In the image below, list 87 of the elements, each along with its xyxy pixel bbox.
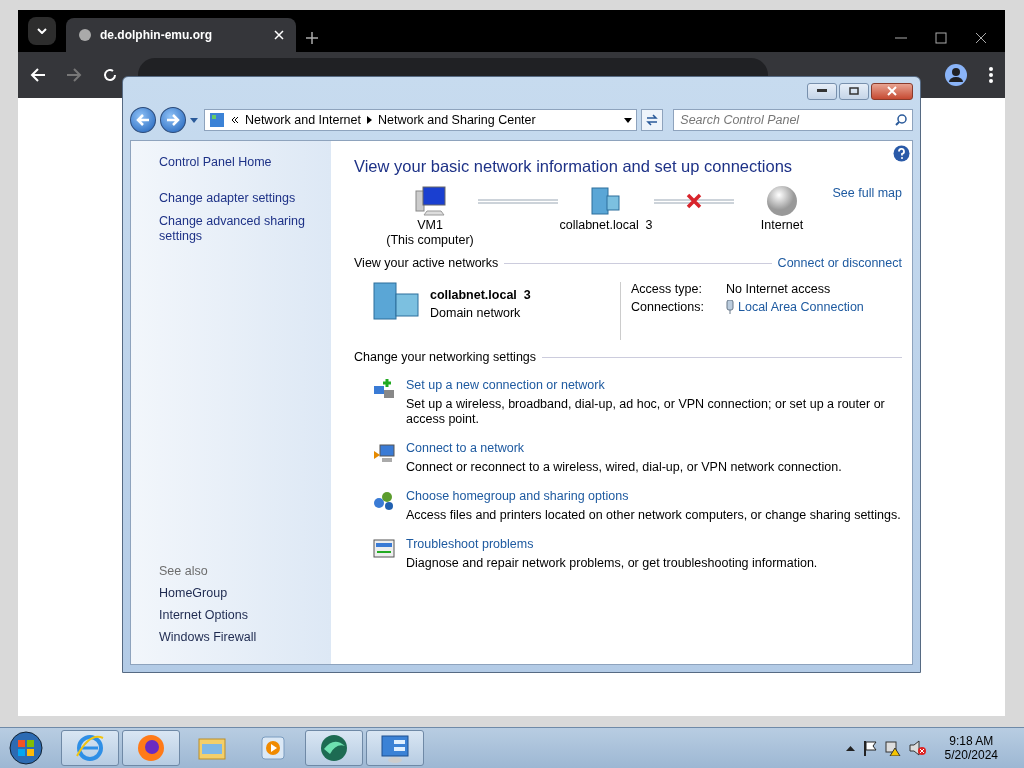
task-link[interactable]: Troubleshoot problems: [406, 537, 534, 551]
maximize-icon: [849, 87, 859, 95]
address-bar[interactable]: Network and Internet Network and Sharing Center: [203, 109, 638, 131]
homegroup-icon: [372, 489, 396, 513]
search-field[interactable]: Search Control Panel: [673, 109, 914, 131]
access-type-value: No Internet access: [726, 282, 832, 296]
separator-icon: [366, 116, 372, 124]
tab-title: de.dolphin-emu.org: [100, 28, 213, 42]
task-link[interactable]: Set up a new connection or network: [406, 378, 605, 392]
media-player-icon: [261, 736, 285, 760]
taskbar-button[interactable]: [61, 730, 119, 766]
close-icon[interactable]: [975, 32, 987, 44]
globe-icon: [766, 185, 798, 217]
see-also-link[interactable]: Windows Firewall: [159, 630, 331, 644]
speaker-muted-icon[interactable]: [908, 740, 927, 756]
internet-explorer-icon: [76, 735, 104, 761]
tab-list-button[interactable]: [28, 17, 56, 45]
task-link[interactable]: Choose homegroup and sharing options: [406, 489, 629, 503]
server-icon: [372, 282, 420, 320]
close-button[interactable]: [871, 82, 913, 100]
folder-icon: [198, 738, 226, 760]
forward-icon[interactable]: [66, 67, 82, 83]
refresh-icon: [645, 114, 660, 126]
task-link[interactable]: Connect to a network: [406, 441, 525, 455]
page-title: View your basic network information and set up connections: [354, 157, 794, 176]
minimize-button[interactable]: [807, 82, 837, 100]
section-heading: Change your networking settings: [354, 350, 537, 364]
chevron-icon: [230, 116, 239, 124]
clock-date[interactable]: 5/20/2024: [944, 748, 998, 762]
back-arrow-icon: [136, 114, 150, 126]
connect-link[interactable]: Connect or disconnect: [777, 256, 902, 270]
refresh-button[interactable]: [641, 109, 664, 131]
network-category: Domain network: [430, 306, 522, 320]
menu-icon[interactable]: [989, 67, 993, 83]
back-button[interactable]: [130, 107, 156, 133]
globe-icon: [78, 28, 92, 42]
forward-arrow-icon: [165, 114, 180, 126]
field-label: Connections:: [631, 300, 705, 314]
see-also-heading: See also: [159, 564, 209, 578]
control-panel-icon: [208, 112, 225, 128]
breadcrumb-item[interactable]: Network and Internet: [244, 113, 361, 127]
forward-button[interactable]: [159, 107, 186, 133]
map-node-label: Internet: [760, 218, 804, 233]
back-icon[interactable]: [30, 67, 46, 83]
browser-tab[interactable]: de.dolphin-emu.org: [66, 18, 296, 52]
map-node-label: VM1 (This computer): [386, 218, 474, 248]
dolphin-icon: [321, 735, 347, 761]
minimize-icon: [817, 89, 827, 93]
see-also-link[interactable]: HomeGroup: [159, 586, 331, 600]
firefox-icon: [138, 735, 164, 761]
troubleshoot-icon: [372, 537, 396, 561]
close-icon: [887, 86, 897, 96]
connection-link[interactable]: Local Area Connection: [738, 300, 864, 314]
see-also-link[interactable]: Internet Options: [159, 608, 331, 622]
see-full-map-link[interactable]: See full map: [832, 186, 902, 200]
flag-icon[interactable]: [862, 740, 877, 756]
ethernet-icon: [726, 300, 734, 314]
new-tab-icon[interactable]: [306, 32, 318, 44]
network-name: collabnet.local 3: [430, 288, 531, 302]
section-heading: View your active networks: [354, 256, 499, 270]
field-label: Access type:: [631, 282, 703, 296]
chevron-down-icon: [37, 28, 47, 34]
taskbar-button[interactable]: [366, 730, 424, 766]
server-icon: [589, 186, 623, 216]
control-panel-icon: [381, 735, 409, 763]
sidebar-link[interactable]: Control Panel Home: [159, 155, 331, 170]
task-description: Set up a wireless, broadband, dial-up, ad hoc, or VPN connection; or set up a router or access point.: [406, 397, 886, 427]
sidebar-link[interactable]: Change adapter settings: [159, 191, 331, 206]
task-description: Diagnose and repair network problems, or get troubleshooting information.: [406, 556, 818, 571]
breadcrumb-item[interactable]: Network and Sharing Center: [377, 113, 536, 127]
computer-icon: [413, 185, 447, 217]
dropdown-icon[interactable]: [624, 117, 633, 123]
map-node-label: collabnet.local 3: [559, 218, 653, 233]
reload-icon[interactable]: [102, 67, 118, 83]
maximize-icon[interactable]: [935, 32, 947, 44]
task-description: Connect or reconnect to a wireless, wired, dial-up, or VPN network connection.: [406, 460, 842, 475]
sidebar-link[interactable]: Change advanced sharing settings: [159, 214, 331, 244]
taskbar-button[interactable]: [305, 730, 363, 766]
network-warning-icon[interactable]: [884, 740, 901, 756]
help-icon[interactable]: [893, 145, 910, 162]
profile-icon[interactable]: [945, 64, 967, 86]
task-description: Access files and printers located on other network computers, or change sharing settings.: [406, 508, 901, 523]
clock-time[interactable]: 9:18 AM: [949, 734, 994, 748]
maximize-button[interactable]: [839, 82, 869, 100]
network-connect-icon: [372, 441, 396, 465]
taskbar-button[interactable]: [122, 730, 180, 766]
show-hidden-icons[interactable]: [845, 745, 855, 751]
